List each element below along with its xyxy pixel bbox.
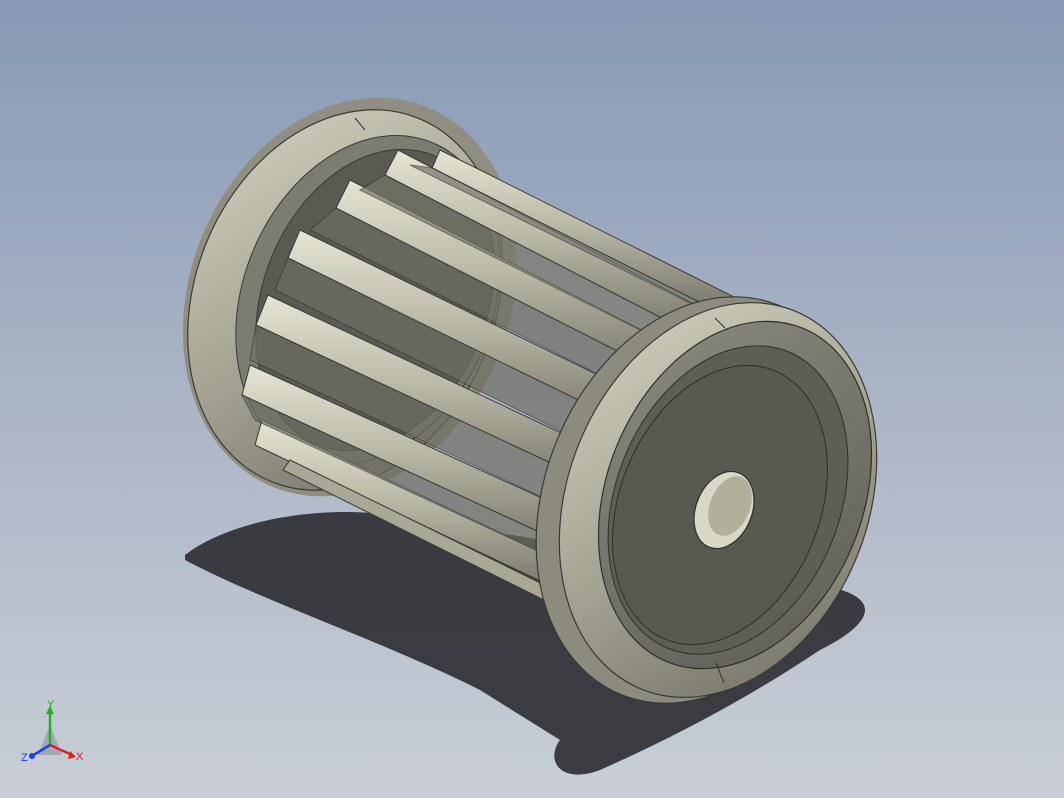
- orientation-triad[interactable]: Y X Z: [18, 700, 88, 770]
- z-axis-arrowhead: [29, 753, 35, 759]
- z-axis-label: Z: [21, 752, 28, 764]
- pulley-model[interactable]: [0, 0, 1064, 798]
- y-axis-label: Y: [47, 700, 55, 711]
- graphics-viewport[interactable]: Y X Z: [0, 0, 1064, 798]
- x-axis-arrowhead: [68, 751, 76, 759]
- x-axis-label: X: [76, 751, 84, 763]
